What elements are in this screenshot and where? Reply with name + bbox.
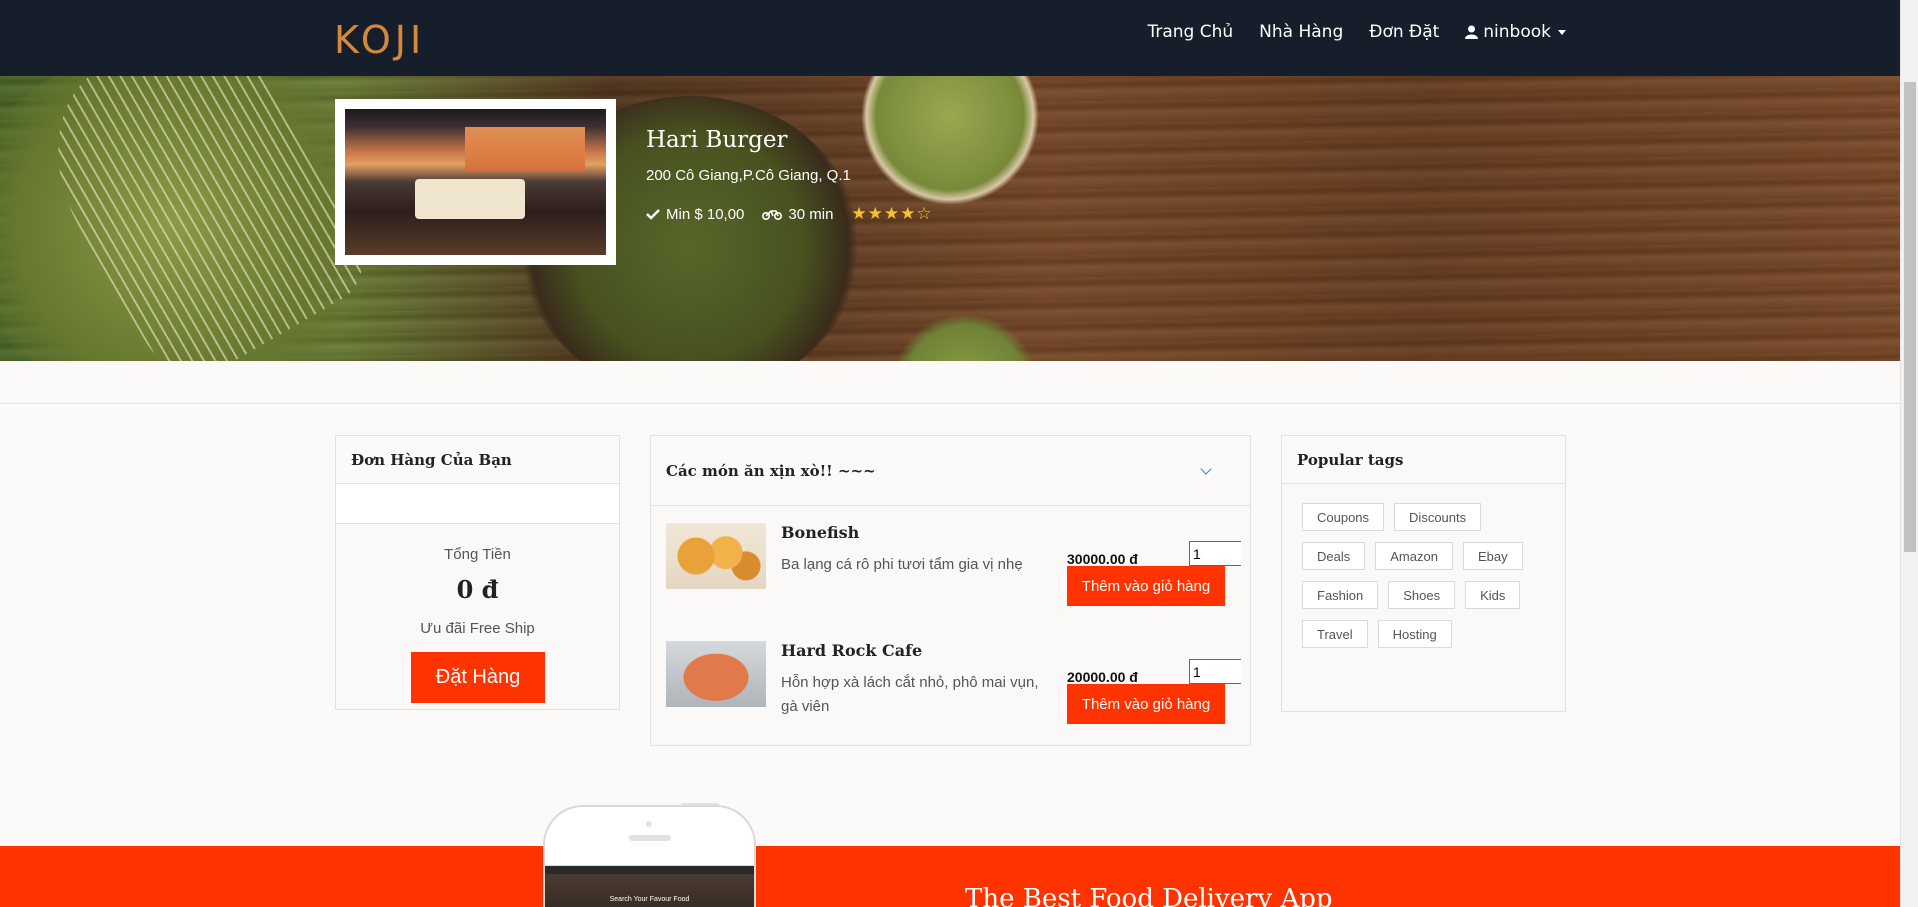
menu-panel-header[interactable]: Các món ăn xịn xò!! ~~~ <box>651 436 1250 506</box>
username: ninbook <box>1483 22 1551 42</box>
site-logo[interactable]: KOJI <box>334 18 425 62</box>
menu-panel-title: Các món ăn xịn xò!! ~~~ <box>666 461 876 480</box>
dish-name: Bonefish <box>781 523 860 542</box>
order-items-list <box>336 484 619 524</box>
add-to-cart-button[interactable]: Thêm vào giỏ hàng <box>1067 684 1225 724</box>
dish-price: 20000.00 đ <box>1067 669 1138 685</box>
order-total: 0 đ <box>456 575 499 604</box>
user-menu-dropdown[interactable]: ninbook <box>1465 22 1566 42</box>
page-scrollbar[interactable] <box>1900 0 1918 907</box>
tag-fashion[interactable]: Fashion <box>1302 581 1379 609</box>
caret-down-icon <box>1558 29 1566 35</box>
order-panel: Đơn Hàng Của Bạn Tổng Tiền 0 đ Ưu đãi Fr… <box>335 435 620 710</box>
nav-link-restaurants[interactable]: Nhà Hàng <box>1259 22 1343 42</box>
tag-travel[interactable]: Travel <box>1302 620 1368 648</box>
total-label: Tổng Tiền <box>444 546 511 563</box>
user-icon <box>1465 25 1479 39</box>
tag-list: Coupons Discounts Deals Amazon Ebay Fash… <box>1282 484 1562 667</box>
quantity-input[interactable] <box>1189 541 1241 566</box>
check-icon <box>646 209 660 220</box>
restaurant-info: Hari Burger 200 Cô Giang,P.Cô Giang, Q.1… <box>646 127 933 224</box>
phone-screen-text: Search Your Favour Food <box>545 874 754 907</box>
menu-item: Bonefish Ba lạng cá rô phi tươi tẩm gia … <box>666 523 1241 613</box>
dish-description: Ba lạng cá rô phi tươi tẩm gia vị nhẹ <box>781 556 1023 573</box>
restaurant-banner <box>0 76 1900 361</box>
popular-tags-panel: Popular tags Coupons Discounts Deals Ama… <box>1281 435 1566 712</box>
tag-kids[interactable]: Kids <box>1465 581 1521 609</box>
section-divider <box>0 403 1900 404</box>
app-promo-title: The Best Food Delivery App <box>965 884 1333 907</box>
tags-panel-title: Popular tags <box>1282 436 1565 484</box>
dish-image <box>666 523 766 589</box>
dish-image <box>666 641 766 707</box>
restaurant-address: 200 Cô Giang,P.Cô Giang, Q.1 <box>646 167 851 184</box>
menu-item: Hard Rock Cafe Hỗn hợp xà lách cắt nhỏ, … <box>666 641 1241 731</box>
tag-hosting[interactable]: Hosting <box>1377 620 1452 648</box>
app-promo-section: The Best Food Delivery App <box>0 846 1900 907</box>
place-order-button[interactable]: Đặt Hàng <box>411 652 545 703</box>
free-ship-promo: Ưu đãi Free Ship <box>420 620 535 637</box>
delivery-time: 30 min <box>762 206 833 223</box>
dish-name: Hard Rock Cafe <box>781 641 923 660</box>
order-panel-title: Đơn Hàng Của Bạn <box>336 436 619 484</box>
top-navbar: KOJI Trang Chủ Nhà Hàng Đơn Đặt ninbook <box>0 0 1900 76</box>
dish-price: 30000.00 đ <box>1067 551 1138 567</box>
tag-amazon[interactable]: Amazon <box>1375 542 1453 570</box>
motorcycle-icon <box>762 210 783 220</box>
chevron-down-icon[interactable] <box>1200 462 1212 475</box>
tag-shoes[interactable]: Shoes <box>1388 581 1456 609</box>
tag-deals[interactable]: Deals <box>1302 542 1366 570</box>
scrollbar-thumb[interactable] <box>1904 82 1916 552</box>
menu-panel: Các món ăn xịn xò!! ~~~ Bonefish Ba lạng… <box>650 435 1251 746</box>
quantity-input[interactable] <box>1189 659 1241 684</box>
nav-link-orders[interactable]: Đơn Đặt <box>1369 22 1439 42</box>
add-to-cart-button[interactable]: Thêm vào giỏ hàng <box>1067 566 1225 606</box>
tag-discounts[interactable]: Discounts <box>1394 503 1482 531</box>
nav-link-home[interactable]: Trang Chủ <box>1147 22 1233 42</box>
tag-ebay[interactable]: Ebay <box>1462 542 1523 570</box>
restaurant-name: Hari Burger <box>646 127 788 153</box>
rating-stars: ★★★★☆ <box>851 204 933 223</box>
phone-mockup: Search Your Favour Food <box>543 805 756 907</box>
dish-description: Hỗn hợp xà lách cắt nhỏ, phô mai vụn, gà… <box>781 674 1039 715</box>
main-nav: Trang Chủ Nhà Hàng Đơn Đặt ninbook <box>1147 0 1566 64</box>
tag-coupons[interactable]: Coupons <box>1302 503 1385 531</box>
restaurant-photo <box>335 99 616 265</box>
min-order: Min $ 10,00 <box>646 206 744 223</box>
